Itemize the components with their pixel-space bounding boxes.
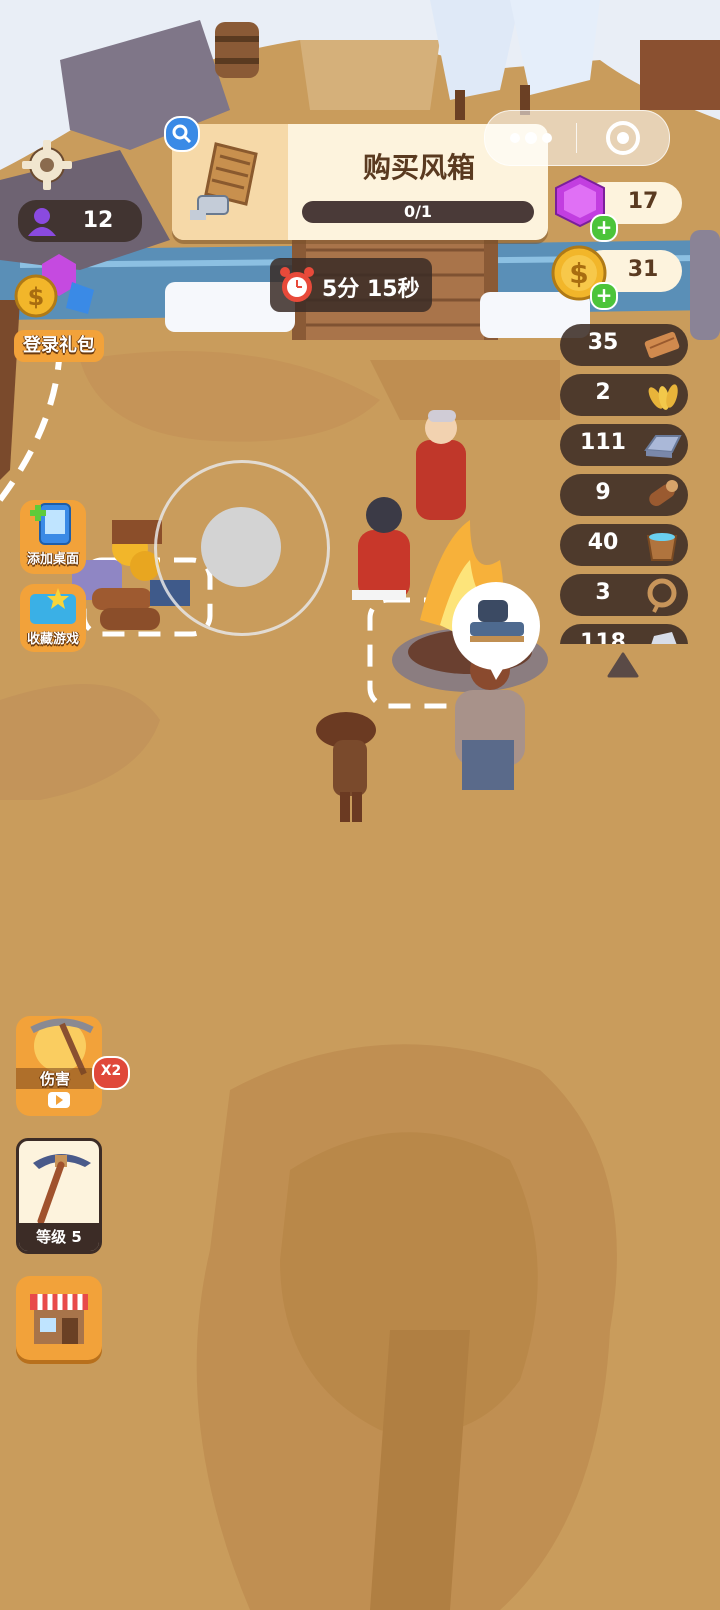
resource-value: 111 (580, 430, 626, 455)
shop-icon (30, 1294, 88, 1344)
joystick-knob[interactable] (201, 507, 281, 587)
svg-text:$: $ (28, 283, 45, 311)
timer-badge: 5分 15秒 (270, 258, 432, 312)
resource-value: 3 (595, 580, 611, 605)
stone-icon (651, 632, 677, 644)
settings-gear-icon[interactable] (20, 138, 74, 192)
add-to-desktop-label: 添加桌面 (26, 552, 79, 567)
damage-multiplier-badge: X2 (92, 1056, 130, 1090)
resource-value: 9 (595, 480, 611, 505)
log-icon (649, 480, 678, 507)
collapse-arrow-icon[interactable] (606, 650, 640, 680)
quest-search-icon[interactable] (164, 116, 200, 152)
miniprogram-capsule (484, 110, 670, 166)
timer-text: 5分 15秒 (322, 277, 420, 302)
resource-log: 9 (560, 474, 688, 516)
add-to-desktop-button[interactable]: 添加桌面 (20, 500, 86, 574)
resource-list[interactable]: 35 2 111 9 40 3 118 (560, 320, 700, 644)
login-gift-label: 登录礼包 (14, 330, 104, 362)
resource-wood-plank: 35 (560, 324, 688, 366)
coin-count: 31 (627, 257, 659, 282)
shop-button[interactable] (16, 1276, 102, 1360)
quest-progress-text: 0/1 (403, 202, 433, 221)
gem-count: 17 (627, 189, 659, 214)
water-bucket-icon (646, 533, 678, 561)
resource-value: 35 (587, 330, 619, 355)
resource-stone: 118 (560, 624, 688, 644)
gift-gem-coin-icon: $ (14, 254, 94, 318)
add-coin-icon[interactable]: + (590, 282, 618, 310)
add-gem-icon[interactable]: + (590, 214, 618, 242)
damage-boost-button[interactable]: 伤害 (16, 1016, 102, 1116)
resource-value: 2 (595, 380, 611, 405)
svg-text:$: $ (569, 257, 588, 290)
favorite-game-label: 收藏游戏 (26, 632, 79, 647)
close-target-icon[interactable] (577, 111, 669, 165)
damage-multiplier-text: X2 (100, 1063, 122, 1079)
player-count-value: 12 (82, 208, 114, 233)
pickaxe-level-label: 等级 5 (19, 1223, 99, 1251)
player-count-badge: 12 (18, 200, 142, 242)
resource-iron-bar: 111 (560, 424, 688, 466)
resource-wheat: 2 (560, 374, 688, 416)
pickaxe-icon (33, 1154, 91, 1225)
virtual-joystick[interactable] (154, 460, 330, 636)
rope-icon (647, 578, 677, 613)
damage-label: 伤害 (16, 1068, 94, 1089)
quest-progress-bar: 0/1 (302, 201, 534, 223)
pickaxe-icon (30, 1018, 94, 1076)
video-ad-icon (48, 1092, 70, 1108)
bellows-icon (190, 142, 258, 220)
wood-plank-icon (644, 331, 680, 359)
login-gift-button[interactable]: $ 登录礼包 (14, 252, 104, 364)
favorite-game-button[interactable]: 收藏游戏 (20, 584, 86, 652)
more-menu-icon[interactable] (485, 111, 577, 165)
resource-value: 118 (580, 630, 626, 644)
folder-star-icon (30, 588, 76, 624)
iron-bar-icon (644, 435, 682, 458)
alarm-clock-icon (280, 267, 314, 302)
player-icon (28, 208, 56, 236)
resource-water-bucket: 40 (560, 524, 688, 566)
resource-value: 40 (587, 530, 619, 555)
tablet-add-icon (30, 503, 71, 545)
pickaxe-upgrade-button[interactable]: 等级 5 (16, 1138, 102, 1254)
resource-rope: 3 (560, 574, 688, 616)
wheat-icon (648, 384, 678, 410)
